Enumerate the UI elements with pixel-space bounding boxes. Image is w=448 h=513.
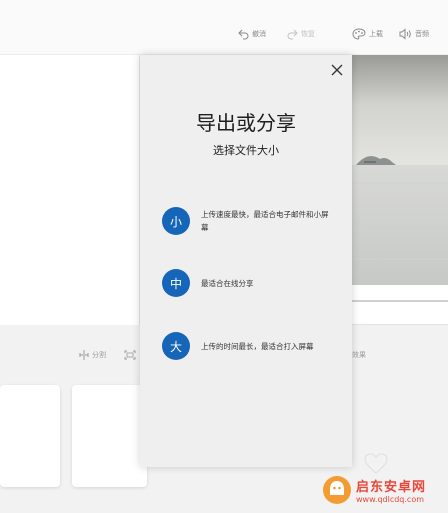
storyboard-canvas	[0, 55, 140, 325]
redo-label: 恢复	[301, 30, 315, 38]
split-label: 分割	[92, 351, 106, 359]
audio-label: 音频	[415, 30, 429, 38]
panel-subtitle: 选择文件大小	[213, 144, 279, 157]
undo-button[interactable]: 撤消	[238, 26, 266, 42]
undo-label: 撤消	[252, 30, 266, 38]
option-description: 上传速度最快，最适合电子邮件和小屏幕	[201, 210, 329, 232]
option-description: 上传的时间最长，最适合打入屏幕	[201, 341, 314, 351]
undo-icon	[238, 29, 249, 40]
effects-label: 效果	[352, 351, 366, 359]
split-icon	[79, 350, 89, 360]
watermark-logo-icon	[323, 476, 351, 504]
option-badge: 中	[162, 269, 190, 297]
audio-button[interactable]: 音频	[399, 26, 429, 42]
timeline-clip[interactable]	[0, 385, 60, 487]
watermark-name: 启东安卓网	[356, 480, 427, 495]
effects-button[interactable]: 效果	[352, 350, 366, 360]
option-large[interactable]: 大 上传的时间最长，最适合打入屏幕	[162, 332, 334, 360]
resize-icon	[124, 350, 136, 360]
redo-icon	[287, 29, 298, 40]
lake-photo-image	[352, 55, 448, 285]
watermark-url: www.qdlcdq.com	[356, 495, 424, 504]
close-icon[interactable]	[330, 63, 344, 77]
timeline-clip[interactable]	[72, 385, 147, 487]
preview-photo	[352, 55, 448, 285]
export-panel: 导出或分享 选择文件大小 小 上传速度最快，最适合电子邮件和小屏幕 中 最适合在…	[140, 55, 352, 467]
option-small[interactable]: 小 上传速度最快，最适合电子邮件和小屏幕	[162, 207, 334, 235]
top-toolbar: 撤消 恢复 上载 音频	[0, 0, 448, 55]
split-button[interactable]: 分割	[79, 350, 106, 360]
option-badge: 大	[162, 332, 190, 360]
upload-label: 上载	[369, 30, 383, 38]
playback-progress-bar[interactable]	[352, 300, 448, 302]
option-description: 最适合在线分享	[201, 278, 254, 288]
preview-footer	[352, 285, 448, 325]
redo-button[interactable]: 恢复	[287, 26, 315, 42]
option-medium[interactable]: 中 最适合在线分享	[162, 269, 334, 297]
watermark: 启东安卓网 www.qdlcdq.com	[322, 470, 448, 510]
option-badge: 小	[162, 207, 190, 235]
upload-button[interactable]: 上载	[352, 26, 383, 42]
resize-button[interactable]	[124, 350, 139, 360]
palette-icon	[352, 28, 366, 40]
speaker-icon	[399, 28, 411, 40]
panel-title: 导出或分享	[196, 111, 296, 135]
